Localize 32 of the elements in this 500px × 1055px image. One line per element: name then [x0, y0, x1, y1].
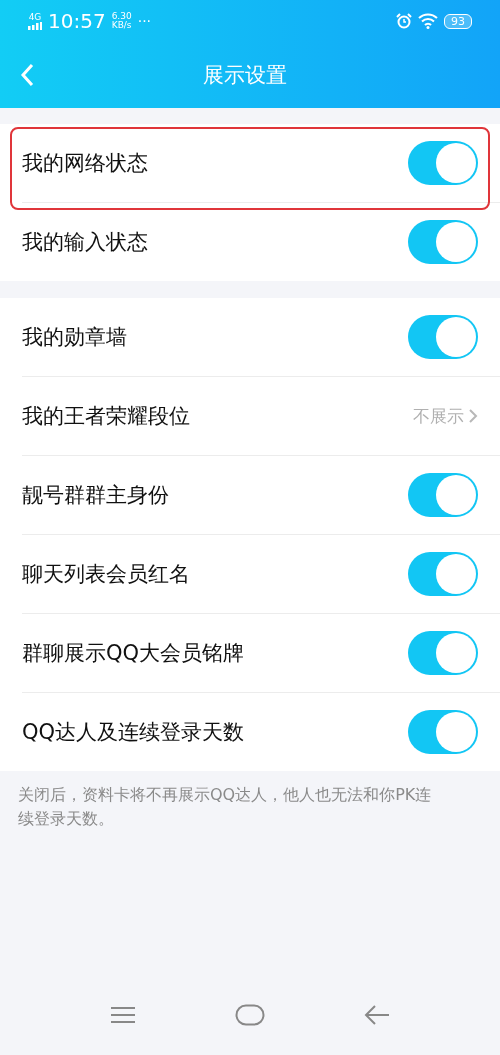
setting-value[interactable]: 不展示 — [413, 404, 464, 428]
battery-level: 93 — [444, 13, 472, 29]
network-type: 4G — [28, 12, 42, 22]
menu-icon[interactable] — [109, 1006, 136, 1024]
setting-label: 聊天列表会员红名 — [22, 561, 191, 588]
setting-label: 我的王者荣耀段位 — [22, 403, 191, 430]
back-arrow-icon[interactable] — [364, 1004, 391, 1026]
toggle-switch[interactable] — [408, 220, 478, 264]
page-title: 展示设置 — [202, 62, 288, 89]
toggle-switch[interactable] — [408, 631, 478, 675]
setting-label: 靓号群群主身份 — [22, 482, 170, 509]
footnote-text: 关闭后，资料卡将不再展示QQ达人，他人也无法和你PK连续登录天数。 — [18, 784, 433, 830]
toggle-switch[interactable] — [408, 141, 478, 185]
home-icon[interactable] — [235, 1004, 265, 1026]
alarm-icon — [396, 13, 412, 29]
setting-label: 我的勋章墙 — [22, 324, 128, 351]
clock-time: 10:57 — [48, 9, 106, 33]
toggle-switch[interactable] — [408, 473, 478, 517]
more-indicator: ··· — [137, 16, 152, 26]
speed-value: 6.30 — [111, 12, 132, 21]
setting-label: 我的输入状态 — [22, 229, 149, 256]
back-icon[interactable] — [20, 63, 34, 87]
toggle-switch[interactable] — [408, 710, 478, 754]
toggle-switch[interactable] — [408, 315, 478, 359]
speed-unit: KB/s — [111, 21, 132, 30]
wifi-icon — [418, 13, 438, 29]
setting-label: QQ达人及连续登录天数 — [22, 719, 246, 746]
toggle-switch[interactable] — [408, 552, 478, 596]
setting-label: 我的网络状态 — [22, 150, 149, 177]
chevron-icon — [468, 408, 478, 424]
signal-icon — [28, 21, 42, 30]
setting-label: 群聊展示QQ大会员铭牌 — [22, 640, 246, 667]
